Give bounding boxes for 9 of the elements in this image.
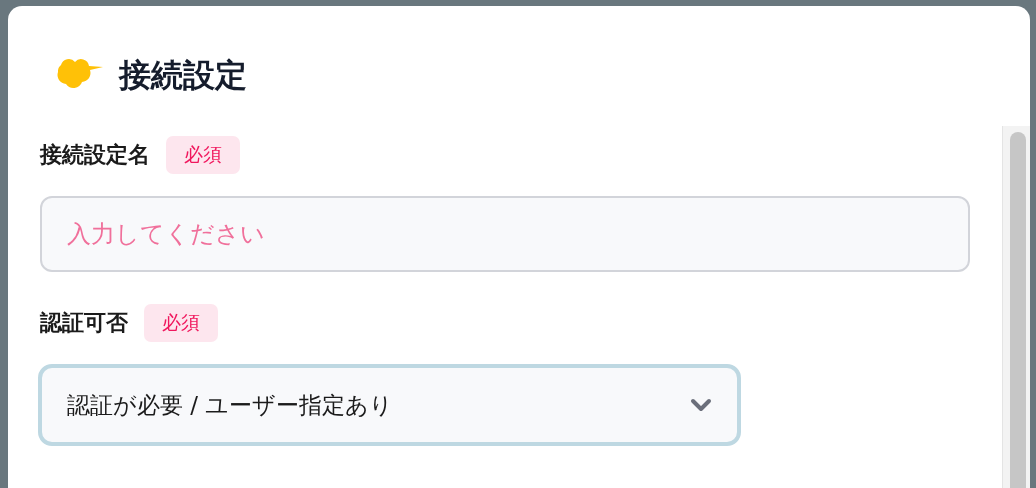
field-label: 接続設定名 — [40, 141, 150, 169]
required-badge: 必須 — [144, 304, 218, 342]
dialog-title: 接続設定 — [119, 55, 247, 96]
scrollbar[interactable] — [1002, 126, 1030, 488]
text-input[interactable]: 入力してください — [40, 196, 970, 272]
select-dropdown[interactable]: 認証が必要 / ユーザー指定あり — [38, 364, 741, 446]
chevron-down-icon — [689, 397, 713, 413]
required-badge: 必須 — [166, 136, 240, 174]
field-label: 認証可否 — [40, 309, 128, 337]
